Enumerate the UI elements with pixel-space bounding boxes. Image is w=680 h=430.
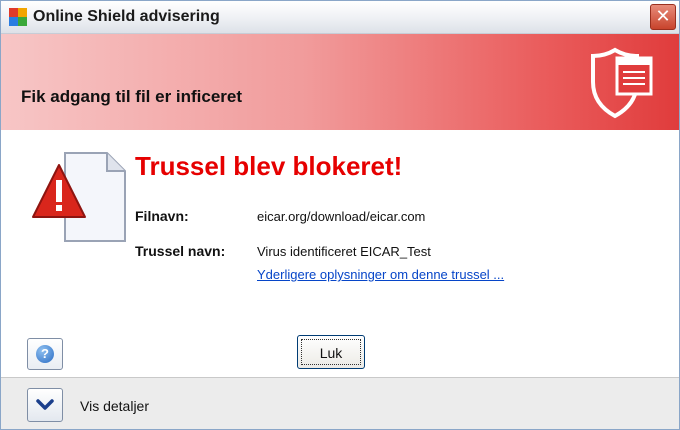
warning-document-icon (32, 152, 126, 242)
window-title: Online Shield advisering (33, 8, 220, 25)
file-name-label: Filnavn: (135, 208, 189, 224)
chevron-down-icon (36, 399, 54, 410)
file-name-value: eicar.org/download/eicar.com (257, 209, 426, 224)
close-window-button[interactable]: ✕ (650, 4, 676, 30)
more-info-link[interactable]: Yderligere oplysninger om denne trussel … (257, 267, 504, 282)
threat-name-value: Virus identificeret EICAR_Test (257, 244, 431, 259)
app-logo-icon (9, 8, 27, 26)
help-icon: ? (36, 345, 54, 363)
banner-title: Fik adgang til fil er inficeret (21, 87, 243, 106)
title-bar[interactable]: Online Shield advisering ✕ (1, 1, 679, 34)
shield-window-icon (591, 47, 653, 119)
alert-window: Online Shield advisering ✕ Fik adgang ti… (0, 0, 680, 430)
threat-name-label: Trussel navn: (135, 243, 226, 259)
details-footer: Vis detaljer (1, 377, 679, 429)
threat-blocked-heading: Trussel blev blokeret! (135, 151, 403, 181)
show-details-label[interactable]: Vis detaljer (80, 398, 149, 414)
show-details-button[interactable] (27, 388, 63, 422)
close-button[interactable]: Luk (297, 335, 365, 369)
help-button[interactable]: ? (27, 338, 63, 370)
close-button-label: Luk (301, 339, 361, 365)
header-banner: Fik adgang til fil er inficeret (1, 34, 679, 130)
